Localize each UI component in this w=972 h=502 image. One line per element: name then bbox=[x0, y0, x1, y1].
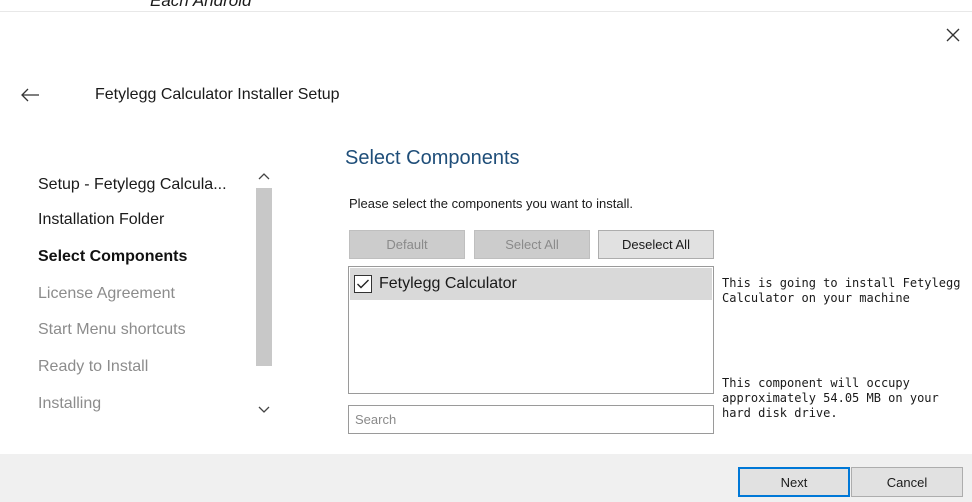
close-button[interactable] bbox=[940, 22, 966, 48]
scroll-down-button[interactable] bbox=[254, 400, 274, 420]
next-button[interactable]: Next bbox=[738, 467, 850, 497]
deselect-all-button[interactable]: Deselect All bbox=[598, 230, 714, 259]
list-item[interactable]: Fetylegg Calculator bbox=[350, 268, 712, 300]
back-button[interactable] bbox=[16, 84, 44, 106]
step-setup[interactable]: Setup - Fetylegg Calcula... bbox=[38, 176, 252, 194]
steps-panel: Setup - Fetylegg Calcula... Installation… bbox=[28, 164, 278, 426]
checkmark-icon bbox=[357, 279, 369, 289]
chevron-down-icon bbox=[258, 406, 270, 413]
select-all-button[interactable]: Select All bbox=[474, 230, 590, 259]
default-button[interactable]: Default bbox=[349, 230, 465, 259]
scroll-up-button[interactable] bbox=[254, 166, 274, 186]
back-arrow-icon bbox=[21, 88, 39, 102]
window-title: Fetylegg Calculator Installer Setup bbox=[95, 86, 340, 103]
component-size-text: This component will occupy approximately… bbox=[722, 376, 939, 420]
step-select-components[interactable]: Select Components bbox=[38, 248, 252, 266]
cancel-button[interactable]: Cancel bbox=[851, 467, 963, 497]
instruction-text: Please select the components you want to… bbox=[349, 196, 633, 211]
components-list[interactable]: Fetylegg Calculator bbox=[348, 266, 714, 394]
step-license-agreement: License Agreement bbox=[38, 285, 175, 302]
footer-bar: Next Cancel bbox=[0, 454, 972, 502]
component-description: This is going to install Fetylegg Calcul… bbox=[722, 276, 961, 305]
partial-top-text: Each Android bbox=[150, 0, 252, 10]
step-ready-to-install: Ready to Install bbox=[38, 358, 149, 375]
partial-top-strip: Each Android bbox=[0, 0, 972, 12]
search-input[interactable] bbox=[348, 405, 714, 434]
steps-scrollbar[interactable] bbox=[254, 164, 274, 420]
step-start-menu-shortcuts: Start Menu shortcuts bbox=[38, 321, 186, 338]
component-label: Fetylegg Calculator bbox=[379, 275, 517, 292]
step-installation-folder[interactable]: Installation Folder bbox=[38, 211, 252, 229]
close-icon bbox=[946, 28, 960, 42]
page-title: Select Components bbox=[345, 147, 520, 169]
component-checkbox[interactable] bbox=[354, 275, 372, 293]
step-installing: Installing bbox=[38, 395, 102, 412]
scroll-thumb[interactable] bbox=[256, 188, 272, 366]
chevron-up-icon bbox=[258, 173, 270, 180]
